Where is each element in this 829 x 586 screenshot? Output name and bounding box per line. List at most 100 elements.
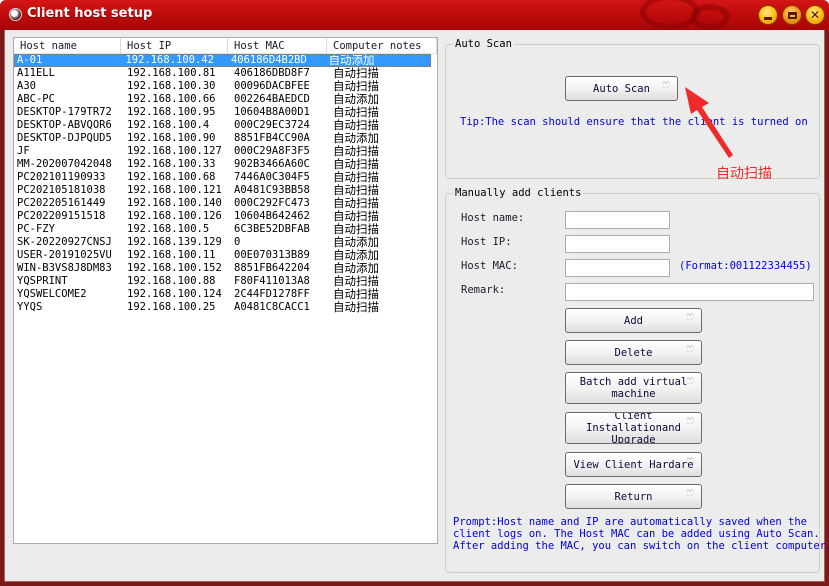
host-list-row[interactable]: JF 192.168.100.127 000C29A8F3F5 自动扫描 bbox=[14, 145, 437, 158]
host-list-row[interactable]: WIN-B3VS8J8DM83 192.168.100.152 8851FB6422… bbox=[14, 262, 437, 275]
computer-notes-cell: 自动扫描 bbox=[333, 184, 379, 197]
maximize-icon bbox=[787, 11, 797, 19]
host-list-row[interactable]: MM-202007042048 192.168.100.33 902B3466A60… bbox=[14, 158, 437, 171]
host-ip-cell: 192.168.100.42 bbox=[125, 54, 214, 66]
delete-button[interactable]: ෆ Delete bbox=[565, 340, 702, 365]
host-mac-label: Host MAC: bbox=[461, 260, 518, 272]
host-mac-cell: 8851FB642204 bbox=[234, 262, 310, 274]
host-mac-cell: 000C29EC3724 bbox=[234, 119, 310, 131]
host-list-row[interactable]: A-01 192.168.100.42 406186D4B2BD 自动添加 bbox=[14, 54, 431, 67]
auto-scan-button-label: Auto Scan bbox=[593, 82, 650, 95]
host-list[interactable]: Host name Host IP Host MAC Computer note… bbox=[13, 37, 438, 544]
host-list-row[interactable]: YYQS 192.168.100.25 A0481C8CACC1 自动扫描 bbox=[14, 301, 437, 314]
computer-notes-cell: 自动添加 bbox=[333, 132, 379, 145]
computer-notes-cell: 自动扫描 bbox=[333, 145, 379, 158]
close-button[interactable]: ✕ bbox=[805, 5, 825, 25]
host-name-input[interactable] bbox=[565, 211, 670, 229]
host-ip-cell: 192.168.100.11 bbox=[127, 249, 216, 261]
minimize-button[interactable] bbox=[758, 5, 778, 25]
minimize-icon bbox=[764, 16, 772, 20]
column-header-host-mac[interactable]: Host MAC bbox=[228, 38, 327, 54]
host-list-row[interactable]: YQSWELCOME2 192.168.100.124 2C44FD1278FF 自动… bbox=[14, 288, 437, 301]
manual-add-group-label: Manually add clients bbox=[453, 187, 584, 199]
auto-scan-button[interactable]: ෆ Auto Scan bbox=[565, 76, 678, 101]
host-name-cell: WIN-B3VS8J8DM83 bbox=[17, 262, 112, 274]
cloud-decoration-icon: ෆ bbox=[685, 485, 695, 499]
host-name-cell: YYQS bbox=[17, 301, 43, 313]
computer-notes-cell: 自动添加 bbox=[328, 54, 375, 67]
column-header-host-ip[interactable]: Host IP bbox=[121, 38, 228, 54]
host-list-row[interactable]: A30 192.168.100.30 00096DACBFEE 自动扫描 bbox=[14, 80, 437, 93]
host-list-row[interactable]: DESKTOP-179TR72 192.168.100.95 10604B8A00D… bbox=[14, 106, 437, 119]
host-list-row[interactable]: PC202105181038 192.168.100.121 A0481C93BB5… bbox=[14, 184, 437, 197]
host-list-rows: A-01 192.168.100.42 406186D4B2BD 自动添加 A11ELL… bbox=[14, 54, 437, 314]
computer-notes-cell: 自动添加 bbox=[333, 262, 379, 275]
host-name-cell: PC202101190933 bbox=[17, 171, 106, 183]
host-mac-input[interactable] bbox=[565, 259, 670, 277]
host-list-row[interactable]: DESKTOP-DJPQUD5 192.168.100.90 8851FB4CC90… bbox=[14, 132, 437, 145]
window-client-area: Host name Host IP Host MAC Computer note… bbox=[4, 30, 829, 582]
computer-notes-cell: 自动添加 bbox=[333, 93, 379, 106]
host-ip-cell: 192.168.100.68 bbox=[127, 171, 216, 183]
client-install-upgrade-button-label: Client Installationand Upgrade bbox=[586, 412, 681, 444]
host-ip-cell: 192.168.100.126 bbox=[127, 210, 222, 222]
client-install-upgrade-button[interactable]: ෆ Client Installationand Upgrade bbox=[565, 412, 702, 444]
host-mac-cell: 2C44FD1278FF bbox=[234, 288, 310, 300]
cloud-decoration-icon: ෆ bbox=[685, 341, 695, 355]
return-button[interactable]: ෆ Return bbox=[565, 484, 702, 509]
host-ip-cell: 192.168.100.90 bbox=[127, 132, 216, 144]
host-ip-cell: 192.168.100.30 bbox=[127, 80, 216, 92]
host-ip-label: Host IP: bbox=[461, 236, 512, 248]
remark-label: Remark: bbox=[461, 284, 506, 296]
host-list-row[interactable]: PC-FZY 192.168.100.5 6C3BE52DBFAB 自动扫描 bbox=[14, 223, 437, 236]
host-list-row[interactable]: SK-20220927CNSJ 192.168.139.129 0 自动添加 bbox=[14, 236, 437, 249]
computer-notes-cell: 自动添加 bbox=[333, 236, 379, 249]
host-list-row[interactable]: PC202205161449 192.168.100.140 000C292FC47… bbox=[14, 197, 437, 210]
prompt-line-3: After adding the MAC, you can switch on … bbox=[453, 540, 829, 552]
computer-notes-cell: 自动扫描 bbox=[333, 106, 379, 119]
host-list-row[interactable]: DESKTOP-ABVQOR6 192.168.100.4 000C29EC3724… bbox=[14, 119, 437, 132]
host-list-row[interactable]: PC202101190933 192.168.100.68 7446A0C304F5… bbox=[14, 171, 437, 184]
computer-notes-cell: 自动扫描 bbox=[333, 223, 379, 236]
add-button[interactable]: ෆ Add bbox=[565, 308, 702, 333]
mac-format-hint: (Format:001122334455) bbox=[679, 260, 812, 272]
computer-notes-cell: 自动扫描 bbox=[333, 197, 379, 210]
host-ip-cell: 192.168.100.95 bbox=[127, 106, 216, 118]
remark-input[interactable] bbox=[565, 283, 814, 301]
host-name-label: Host name: bbox=[461, 212, 525, 224]
host-list-row[interactable]: YQSPRINT 192.168.100.88 F80F411013A8 自动扫描 bbox=[14, 275, 437, 288]
host-mac-cell: 10604B642462 bbox=[234, 210, 310, 222]
host-mac-cell: 10604B8A00D1 bbox=[234, 106, 310, 118]
column-header-computer-notes[interactable]: Computer notes bbox=[327, 38, 437, 54]
auto-scan-group: Auto Scan bbox=[445, 38, 820, 179]
host-mac-cell: 406186DBD8F7 bbox=[234, 67, 310, 79]
window-title: Client host setup bbox=[27, 6, 153, 21]
host-mac-cell: 000C29A8F3F5 bbox=[234, 145, 310, 157]
host-name-cell: MM-202007042048 bbox=[17, 158, 112, 170]
prompt-line-1: Prompt:Host name and IP are automaticall… bbox=[453, 516, 808, 528]
host-ip-cell: 192.168.100.127 bbox=[127, 145, 222, 157]
cloud-decoration-icon: ෆ bbox=[685, 309, 695, 323]
column-header-host-name[interactable]: Host name bbox=[14, 38, 121, 54]
host-list-row[interactable]: PC202209151518 192.168.100.126 10604B64246… bbox=[14, 210, 437, 223]
maximize-button[interactable] bbox=[782, 5, 802, 25]
computer-notes-cell: 自动扫描 bbox=[333, 288, 379, 301]
host-ip-cell: 192.168.100.121 bbox=[127, 184, 222, 196]
host-mac-cell: 902B3466A60C bbox=[234, 158, 310, 170]
host-list-row[interactable]: USER-20191025VU 192.168.100.11 00E070313B8… bbox=[14, 249, 437, 262]
computer-notes-cell: 自动添加 bbox=[333, 249, 379, 262]
annotation-arrow-icon bbox=[685, 87, 733, 158]
host-mac-cell: 00096DACBFEE bbox=[234, 80, 310, 92]
batch-add-vm-button[interactable]: ෆ Batch add virtual machine bbox=[565, 372, 702, 404]
computer-notes-cell: 自动扫描 bbox=[333, 119, 379, 132]
host-list-row[interactable]: A11ELL 192.168.100.81 406186DBD8F7 自动扫描 bbox=[14, 67, 437, 80]
title-bar[interactable]: Client host setup ✕ bbox=[0, 0, 829, 30]
host-list-row[interactable]: ABC-PC 192.168.100.66 002264BAEDCD 自动添加 bbox=[14, 93, 437, 106]
title-bar-decoration bbox=[690, 4, 730, 30]
host-mac-cell: 002264BAEDCD bbox=[234, 93, 310, 105]
host-ip-input[interactable] bbox=[565, 235, 670, 253]
host-ip-cell: 192.168.100.88 bbox=[127, 275, 216, 287]
client-host-setup-window: Client host setup ✕ Host name Host IP Ho… bbox=[0, 0, 829, 586]
view-client-hardware-button-label: View Client Hardare bbox=[573, 458, 694, 471]
view-client-hardware-button[interactable]: ෆ View Client Hardare bbox=[565, 452, 702, 477]
